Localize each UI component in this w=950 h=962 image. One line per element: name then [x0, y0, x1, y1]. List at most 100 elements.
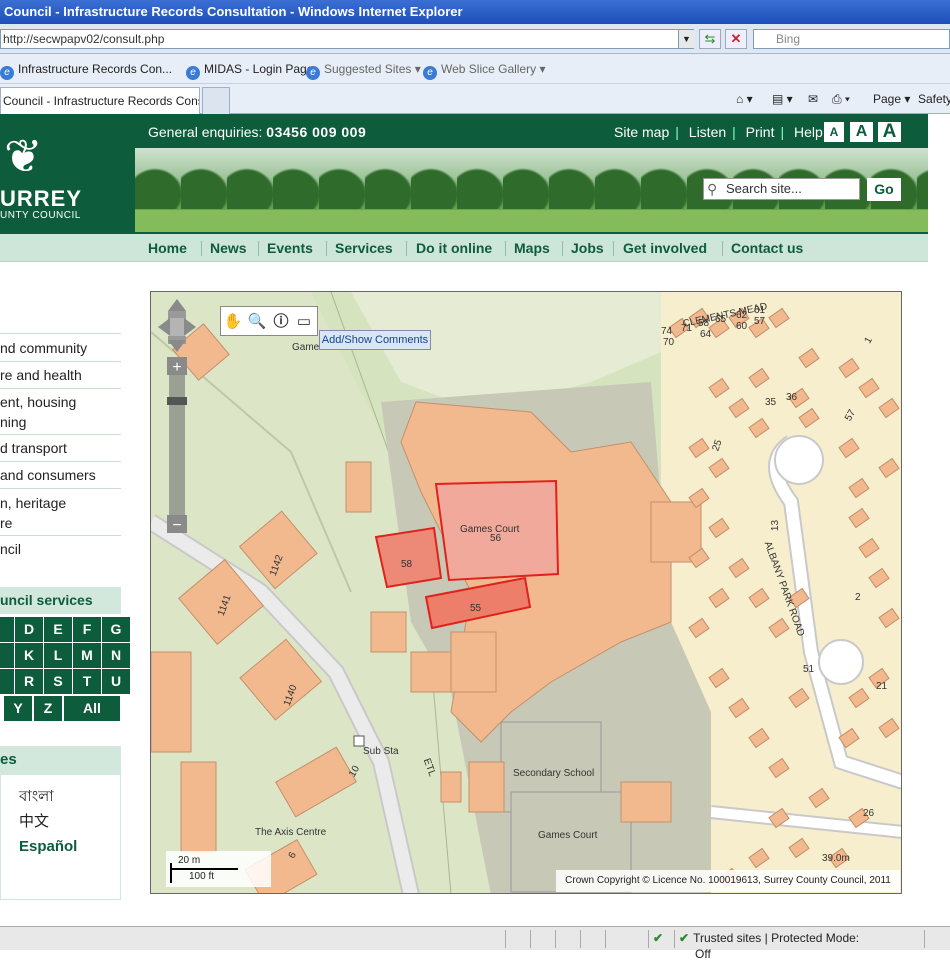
pan-right-icon[interactable] — [184, 318, 196, 336]
enquiries-label: General enquiries: — [148, 124, 263, 140]
nav-do-it-online[interactable]: Do it online — [416, 240, 492, 256]
nav-maps[interactable]: Maps — [514, 240, 550, 256]
nav-jobs[interactable]: Jobs — [571, 240, 604, 256]
zoom-magnifier-icon[interactable]: 🔍 — [247, 312, 267, 332]
nav-home[interactable]: Home — [148, 240, 187, 256]
logo-subtitle: UNTY COUNCIL — [0, 210, 81, 221]
sidebar-item[interactable]: re and health — [0, 365, 121, 389]
az-letter-all[interactable]: All — [64, 696, 120, 721]
tab-current[interactable]: Council - Infrastructure Records Cons... — [0, 87, 200, 114]
az-letter-u[interactable]: U — [102, 669, 130, 694]
map-label-56: 56 — [490, 533, 502, 544]
zoom-slider-handle[interactable] — [167, 397, 187, 405]
nav-news[interactable]: News — [210, 240, 247, 256]
favorite-web-slice[interactable]: e Web Slice Gallery ▾ — [423, 62, 546, 80]
az-letter-y[interactable]: Y — [4, 696, 32, 721]
nav-services[interactable]: Services — [335, 240, 393, 256]
map-house-number: 60 — [736, 321, 748, 332]
az-letter-d[interactable]: D — [15, 617, 43, 642]
svg-text:−: − — [172, 517, 181, 534]
check-icon: ✔ — [679, 931, 690, 945]
az-letter-t[interactable]: T — [73, 669, 101, 694]
az-letter-l[interactable]: L — [44, 643, 72, 668]
logo-title: URREY — [0, 186, 83, 211]
font-large-button[interactable]: A — [877, 121, 902, 143]
favorite-label: Suggested Sites ▾ — [324, 62, 421, 76]
security-zone[interactable]: ✔ Trusted sites | Protected Mode: Off — [674, 930, 874, 961]
safety-menu[interactable]: Safety — [918, 92, 950, 106]
map-scale-bar: 20 m 100 ft — [166, 851, 271, 887]
favorite-label: Infrastructure Records Con... — [18, 62, 173, 76]
language-chinese[interactable]: 中文 — [19, 810, 49, 831]
sidebar-item[interactable]: ncil — [0, 539, 121, 563]
az-letter-m[interactable]: M — [73, 643, 101, 668]
sidebar-item[interactable]: ent, housing ning — [0, 392, 121, 435]
az-letter-r[interactable]: R — [15, 669, 43, 694]
info-icon[interactable]: ⓘ — [271, 312, 291, 332]
go-button[interactable]: Go — [867, 178, 901, 201]
print-link[interactable]: Print — [743, 124, 778, 140]
az-letter-s[interactable]: S — [44, 669, 72, 694]
svg-text:+: + — [172, 359, 181, 376]
map-toolbar: ✋ 🔍 ⓘ ▭ — [220, 306, 318, 336]
map-house-number: 65 — [715, 314, 727, 325]
map-house-number: 71 — [681, 323, 693, 334]
ie-icon: e — [423, 66, 437, 80]
browser-search-input[interactable]: Bing — [753, 29, 950, 49]
az-letter-n[interactable]: N — [102, 643, 130, 668]
sidebar-item[interactable]: nd community — [0, 338, 121, 362]
nav-events[interactable]: Events — [267, 240, 313, 256]
new-tab-button[interactable] — [202, 87, 230, 114]
az-letter-g[interactable]: G — [102, 617, 130, 642]
font-small-button[interactable]: A — [823, 121, 845, 143]
pan-left-icon[interactable] — [158, 318, 170, 336]
favorite-infrastructure[interactable]: e Infrastructure Records Con... — [0, 62, 172, 80]
az-letter-f[interactable]: F — [73, 617, 101, 642]
az-letter-z[interactable]: Z — [34, 696, 62, 721]
pan-down-icon[interactable] — [168, 340, 186, 352]
map-label-secondary-school: Secondary School — [513, 768, 595, 779]
pan-hand-icon[interactable]: ✋ — [223, 312, 243, 332]
map-label-39m: 39.0m — [822, 853, 850, 864]
listen-link[interactable]: Listen — [686, 124, 729, 140]
search-icon: ⚲ — [707, 181, 718, 197]
mail-icon[interactable]: ✉ — [808, 92, 818, 106]
comment-icon[interactable]: ▭ — [294, 312, 314, 332]
map-label-51: 51 — [803, 664, 815, 675]
sidebar-item[interactable]: n, heritage re — [0, 493, 121, 536]
map-house-number: 58 — [698, 318, 710, 329]
map-label-13: 13 — [770, 519, 782, 532]
home-icon[interactable]: ⌂ ▾ — [736, 92, 753, 106]
trusted-sites-icon[interactable]: ✔ — [648, 930, 674, 948]
map-house-number: 64 — [700, 329, 712, 340]
status-bar: ✔ ✔ Trusted sites | Protected Mode: Off — [0, 926, 950, 961]
url-field[interactable]: http://secwpapv02/consult.php — [0, 29, 694, 49]
map-house-number: 70 — [663, 337, 675, 348]
map-label-2: 2 — [855, 592, 861, 603]
sitemap-link[interactable]: Site map — [611, 124, 672, 140]
url-dropdown-icon[interactable]: ▼ — [678, 30, 694, 48]
nav-contact-us[interactable]: Contact us — [731, 240, 803, 256]
language-spanish[interactable]: Español — [19, 838, 77, 855]
font-medium-button[interactable]: A — [849, 121, 874, 143]
zoom-slider-track[interactable] — [169, 375, 185, 515]
favorite-midas[interactable]: e MIDAS - Login Page — [186, 62, 313, 80]
tab-bar: Council - Infrastructure Records Cons...… — [0, 84, 950, 114]
az-letter-k[interactable]: K — [15, 643, 43, 668]
refresh-icon[interactable]: ⇆ — [699, 29, 721, 49]
az-letter-e[interactable]: E — [44, 617, 72, 642]
stop-icon[interactable]: ✕ — [725, 29, 747, 49]
sidebar-item[interactable]: d transport — [0, 438, 121, 462]
site-search-input[interactable]: Search site... — [703, 178, 860, 200]
help-link[interactable]: Help — [791, 124, 826, 140]
pan-up-icon[interactable] — [168, 299, 186, 311]
print-icon[interactable]: ⎙ ▾ — [832, 92, 850, 107]
address-bar: http://secwpapv02/consult.php ▼ ⇆ ✕ Bing — [0, 24, 950, 54]
language-bengali[interactable]: বাংলা — [19, 785, 54, 810]
page-menu[interactable]: Page ▾ — [873, 92, 910, 106]
map-label-games-court-2: Games Court — [538, 830, 598, 841]
nav-get-involved[interactable]: Get involved — [623, 240, 707, 256]
feeds-icon[interactable]: ▤ ▾ — [772, 92, 793, 106]
favorite-suggested-sites[interactable]: e Suggested Sites ▾ — [306, 62, 421, 80]
sidebar-item[interactable]: and consumers — [0, 465, 121, 489]
